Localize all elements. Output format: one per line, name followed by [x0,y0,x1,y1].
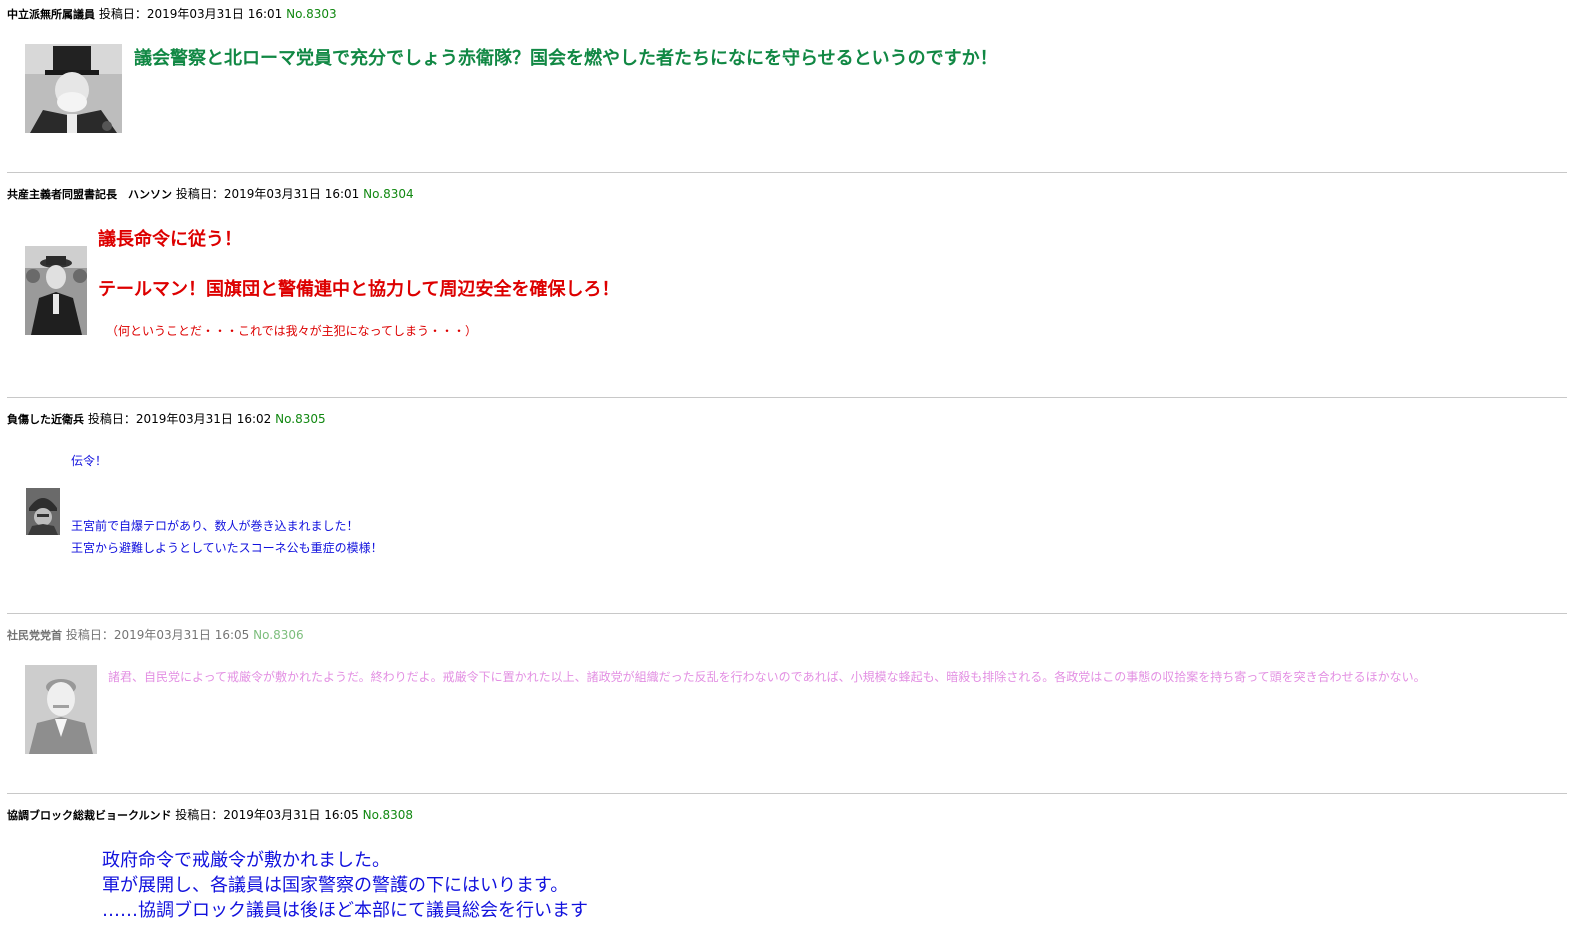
post-number: No.8303 [286,7,337,21]
post-header: 中立派無所属議員 投稿日：2019年03月31日 16:01 No.8303 [7,6,337,23]
post-divider [7,397,1567,398]
author-name: 負傷した近衛兵 [7,413,84,426]
post-header: 社民党党首 投稿日：2019年03月31日 16:05 No.8306 [7,627,304,644]
man-hat-crowd-avatar-icon [25,246,87,335]
post-8304: 共産主義者同盟書記長 ハンソン 投稿日：2019年03月31日 16:01 No… [0,180,1574,398]
post-message-line: 政府命令で戒厳令が敷かれました。 [102,850,390,871]
post-divider [7,172,1567,173]
post-message-line: 王宮から避難しようとしていたスコーネ公も重症の模様！ [71,541,383,555]
post-8306: 社民党党首 投稿日：2019年03月31日 16:05 No.8306 諸君、自… [0,621,1574,793]
post-number: No.8306 [253,628,304,642]
date-label: 投稿日： [175,187,224,201]
post-divider [7,613,1567,614]
post-date: 2019年03月31日 16:01 [146,7,283,21]
post-date: 2019年03月31日 16:05 [223,808,359,822]
post-date: 2019年03月31日 16:01 [223,187,360,201]
soldier-helmet-avatar-icon [26,488,60,535]
date-label: 投稿日： [65,628,114,642]
post-message-line: 議長命令に従う！ [98,229,242,250]
post-header: 共産主義者同盟書記長 ハンソン 投稿日：2019年03月31日 16:01 No… [7,186,414,203]
post-message-line: ……協調ブロック議員は後ほど本部にて議員総会を行います [102,900,588,921]
post-message-line: （何ということだ・・・これでは我々が主犯になってしまう・・・） [106,324,478,338]
post-message-line: 伝令！ [71,454,108,468]
date-label: 投稿日： [98,7,147,21]
post-8308: 協調ブロック総裁ビョークルンド 投稿日：2019年03月31日 16:05 No… [0,801,1574,928]
date-label: 投稿日： [175,808,224,822]
man-suit-portrait-avatar-icon [25,665,97,754]
post-date: 2019年03月31日 16:02 [135,412,272,426]
post-message-line: 議会警察と北ローマ党員で充分でしょう赤衛隊？国会を燃やした者たちになにを守らせる… [134,48,998,69]
post-message-line: 諸君、自民党によって戒厳令が敷かれたようだ。終わりだよ。戒厳令下に置かれた以上、… [108,670,1426,684]
author-name: 社民党党首 [7,629,62,642]
post-header: 負傷した近衛兵 投稿日：2019年03月31日 16:02 No.8305 [7,411,326,428]
author-name: 共産主義者同盟書記長 ハンソン [7,188,172,201]
post-divider [7,793,1567,794]
post-date: 2019年03月31日 16:05 [113,628,250,642]
author-name: 協調ブロック総裁ビョークルンド [7,809,172,822]
post-message-line: 軍が展開し、各議員は国家警察の警護の下にはいります。 [102,875,569,896]
post-message-line: テールマン！国旗団と警備連中と協力して周辺安全を確保しろ！ [98,279,620,300]
post-8303: 中立派無所属議員 投稿日：2019年03月31日 16:01 No.8303 議… [0,0,1574,172]
date-label: 投稿日： [87,412,136,426]
post-number: No.8304 [363,187,414,201]
man-top-hat-avatar-icon [25,44,122,133]
author-name: 中立派無所属議員 [7,8,95,21]
post-number: No.8305 [275,412,326,426]
post-8305: 負傷した近衛兵 投稿日：2019年03月31日 16:02 No.8305 伝令… [0,405,1574,613]
post-header: 協調ブロック総裁ビョークルンド 投稿日：2019年03月31日 16:05 No… [7,807,413,824]
post-message-line: 王宮前で自爆テロがあり、数人が巻き込まれました！ [71,519,359,533]
post-number: No.8308 [362,808,414,822]
